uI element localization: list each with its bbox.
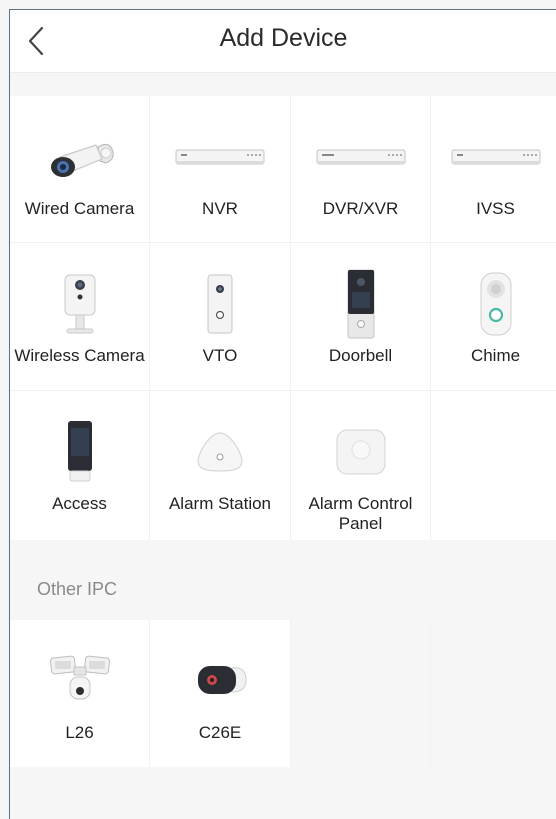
device-label: DVR/XVR — [322, 199, 399, 218]
device-wired-camera[interactable]: Wired Camera — [10, 96, 149, 242]
floodlight-camera-icon — [49, 655, 110, 700]
device-label: C26E — [198, 723, 242, 742]
bottom-spacer — [10, 768, 556, 819]
device-label: VTO — [202, 346, 238, 365]
device-c26e[interactable]: C26E — [150, 620, 290, 767]
alarm-station-icon — [197, 432, 243, 472]
device-wireless-camera[interactable]: Wireless Camera — [10, 243, 149, 390]
alarm-panel-icon — [336, 429, 385, 475]
empty-cell — [431, 391, 556, 540]
app-screen: Add Device Wired Camera NVR DVR/XVR IVSS… — [9, 9, 556, 819]
device-label: Access — [52, 494, 107, 513]
device-alarm-control-panel[interactable]: Alarm Control Panel — [291, 391, 430, 540]
device-nvr[interactable]: NVR — [150, 96, 290, 242]
device-label: Alarm Control Panel — [308, 494, 413, 533]
device-alarm-station[interactable]: Alarm Station — [150, 391, 290, 540]
device-chime[interactable]: Chime — [431, 243, 556, 390]
device-label: Doorbell — [328, 346, 393, 365]
device-doorbell[interactable]: Doorbell — [291, 243, 430, 390]
nvr-recorder-icon — [175, 149, 265, 165]
bullet-camera-icon — [50, 143, 114, 177]
device-label: IVSS — [476, 199, 515, 218]
ivss-recorder-icon — [451, 149, 540, 165]
top-bar: Add Device — [10, 10, 556, 73]
chime-icon — [480, 272, 511, 336]
device-vto[interactable]: VTO — [150, 243, 290, 390]
cube-camera-icon — [64, 274, 95, 334]
other-ipc-section-header: Other IPC — [10, 543, 556, 619]
device-label: Wireless Camera — [14, 346, 145, 365]
doorbell-icon — [347, 269, 374, 339]
empty-cell — [431, 620, 556, 767]
section-title: Other IPC — [37, 579, 118, 599]
vto-intercom-icon — [207, 274, 233, 334]
spacer — [10, 73, 556, 95]
device-grid: Wired Camera NVR DVR/XVR IVSS Wireless C… — [10, 96, 556, 540]
device-label: Wired Camera — [24, 199, 135, 218]
bullet-camera-black-icon — [198, 666, 247, 694]
empty-cell — [291, 620, 430, 767]
page-title: Add Device — [219, 24, 348, 52]
dvr-recorder-icon — [316, 149, 405, 165]
device-l26[interactable]: L26 — [10, 620, 149, 767]
device-label: L26 — [65, 723, 94, 742]
access-terminal-icon — [67, 421, 92, 482]
other-ipc-grid: L26 C26E — [10, 620, 556, 767]
device-access[interactable]: Access — [10, 391, 149, 540]
device-ivss[interactable]: IVSS — [431, 96, 556, 242]
device-label: Chime — [470, 346, 521, 365]
device-dvr-xvr[interactable]: DVR/XVR — [291, 96, 430, 242]
device-label: NVR — [202, 199, 238, 218]
device-label: Alarm Station — [168, 494, 272, 513]
